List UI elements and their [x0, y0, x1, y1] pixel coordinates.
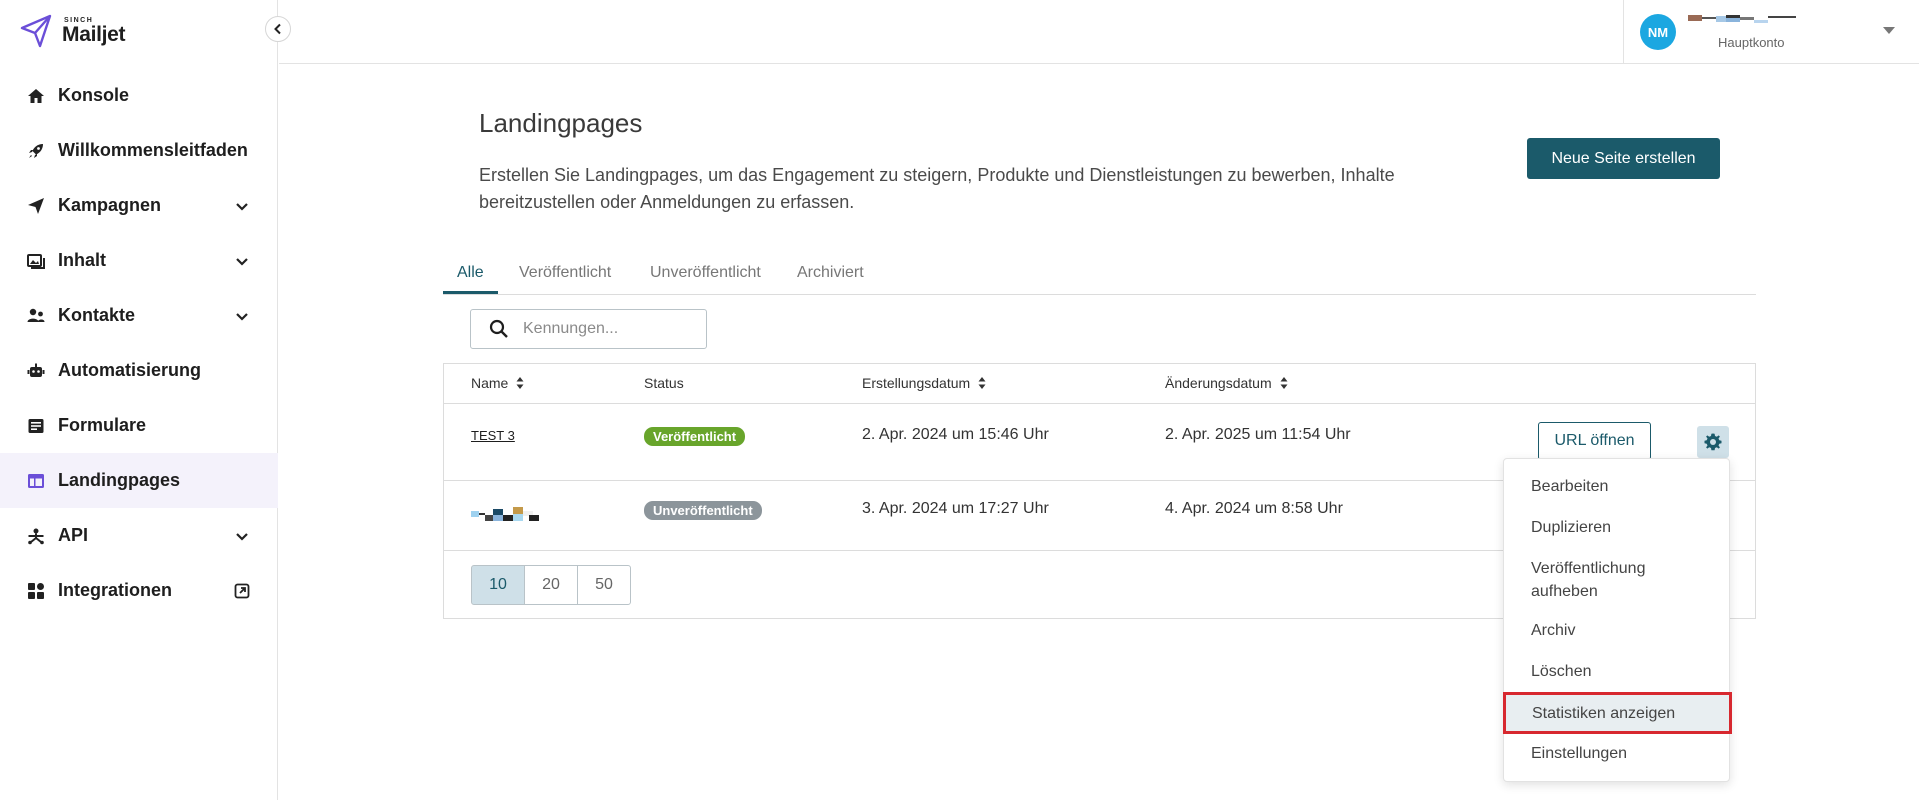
column-header-label: Erstellungsdatum [862, 375, 971, 391]
created-date: 3. Apr. 2024 um 17:27 Uhr [862, 500, 1049, 517]
page-title: Landingpages [479, 108, 643, 138]
menu-item-bearbeiten[interactable]: Bearbeiten [1504, 475, 1729, 498]
sidebar-item-api[interactable]: API [0, 508, 278, 563]
top-bar: NM Hauptkonto [279, 0, 1919, 64]
modified-date: 2. Apr. 2025 um 11:54 Uhr [1165, 426, 1351, 443]
sidebar-item-label: Konsole [58, 85, 130, 105]
image-icon [26, 251, 46, 271]
sidebar-item-formulare[interactable]: Formulare [0, 398, 278, 453]
sidebar-item-integrationen[interactable]: Integrationen [0, 563, 278, 618]
sidebar-item-label: Kampagnen [58, 195, 162, 215]
chevron-left-icon [274, 23, 281, 35]
sidebar-item-inhalt[interactable]: Inhalt [0, 233, 278, 288]
sort-icon [978, 377, 986, 389]
sidebar-item-label: API [58, 525, 89, 545]
sidebar-item-kontakte[interactable]: Kontakte [0, 288, 278, 343]
menu-item-duplizieren[interactable]: Duplizieren [1504, 516, 1729, 539]
send-icon [26, 196, 46, 216]
grid-icon [26, 581, 46, 601]
sidebar-item-automatisierung[interactable]: Automatisierung [0, 343, 278, 398]
column-header-status: Status [644, 375, 684, 391]
created-date: 2. Apr. 2024 um 15:46 Uhr [862, 426, 1049, 443]
sort-icon [516, 377, 524, 389]
account-subtitle: Hauptkonto [1718, 35, 1785, 50]
menu-item-veroeffentlichung-aufheben[interactable]: Veröffentlichung aufheben [1504, 557, 1684, 603]
sidebar-item-label: Willkommensleitfaden [58, 140, 248, 160]
avatar[interactable]: NM [1640, 14, 1676, 50]
status-badge: Veröffentlicht [644, 427, 746, 446]
column-header-label: Name [471, 375, 509, 391]
chevron-down-icon[interactable] [234, 528, 250, 544]
page-size-50[interactable]: 50 [577, 565, 631, 605]
sidebar-item-landingpages[interactable]: Landingpages [0, 453, 278, 508]
sidebar-item-kampagnen[interactable]: Kampagnen [0, 178, 278, 233]
api-icon [26, 526, 46, 546]
paper-plane-logo-icon [20, 14, 52, 48]
new-page-button[interactable]: Neue Seite erstellen [1527, 138, 1720, 179]
column-header-name[interactable]: Name [471, 375, 524, 391]
column-header-label: Änderungsdatum [1165, 375, 1272, 391]
tab-veroeffentlicht[interactable]: Veröffentlicht [519, 264, 611, 293]
chevron-down-icon[interactable] [234, 308, 250, 324]
column-header-label: Status [644, 375, 684, 391]
filter-tabs: Alle Veröffentlicht Unveröffentlicht Arc… [443, 256, 1756, 295]
caret-down-icon[interactable] [1883, 27, 1895, 34]
status-badge: Unveröffentlicht [644, 501, 762, 520]
search-box[interactable] [470, 309, 707, 349]
column-header-created[interactable]: Erstellungsdatum [862, 375, 986, 391]
table-header: Name Status Erstellungsdatum Änderungsda… [444, 364, 1755, 404]
chevron-down-icon[interactable] [234, 198, 250, 214]
robot-icon [26, 361, 46, 381]
page-size-20[interactable]: 20 [524, 565, 578, 605]
sidebar-item-label: Inhalt [58, 250, 106, 270]
page-name-redacted[interactable] [471, 507, 541, 521]
sidebar-item-label: Landingpages [58, 470, 181, 490]
account-name-redacted [1688, 15, 1796, 23]
page-size-selector: 10 20 50 [471, 565, 631, 605]
sidebar-nav: Konsole Willkommensleitfaden Kampagnen I… [0, 68, 278, 618]
sidebar-item-label: Formulare [58, 415, 147, 435]
row-settings-button[interactable] [1697, 426, 1729, 458]
search-input[interactable] [523, 320, 683, 338]
landing-icon [26, 471, 46, 491]
sidebar-collapse-button[interactable] [265, 16, 291, 42]
mailjet-logo[interactable]: SINCH Mailjet [20, 14, 126, 48]
external-link-icon [234, 583, 250, 598]
tab-archiviert[interactable]: Archiviert [797, 264, 864, 293]
gear-icon [1704, 433, 1722, 451]
menu-item-einstellungen[interactable]: Einstellungen [1504, 742, 1729, 765]
tab-unveroeffentlicht[interactable]: Unveröffentlicht [650, 264, 761, 293]
column-header-modified[interactable]: Änderungsdatum [1165, 375, 1288, 391]
tab-alle[interactable]: Alle [443, 264, 498, 294]
sidebar-item-willkommensleitfaden[interactable]: Willkommensleitfaden [0, 123, 278, 178]
menu-item-loeschen[interactable]: Löschen [1504, 660, 1729, 683]
form-icon [26, 416, 46, 436]
chevron-down-icon[interactable] [234, 253, 250, 269]
menu-item-statistiken-anzeigen[interactable]: Statistiken anzeigen [1503, 692, 1732, 734]
sidebar: SINCH Mailjet Konsole Willkommensleitfad… [0, 0, 278, 800]
page-description: Erstellen Sie Landingpages, um das Engag… [479, 165, 1395, 212]
home-icon [26, 86, 46, 106]
page-name-link[interactable]: TEST 3 [471, 428, 515, 443]
sort-icon [1280, 377, 1288, 389]
modified-date: 4. Apr. 2024 um 8:58 Uhr [1165, 500, 1343, 517]
search-icon [489, 319, 508, 338]
account-switcher[interactable]: NM Hauptkonto [1623, 0, 1919, 64]
sidebar-item-label: Kontakte [58, 305, 136, 325]
sidebar-item-label: Integrationen [58, 580, 173, 600]
logo-name: Mailjet [62, 23, 126, 46]
page-size-10[interactable]: 10 [471, 565, 525, 605]
row-actions-menu: Bearbeiten Duplizieren Veröffentlichung … [1503, 458, 1732, 782]
sidebar-item-label: Automatisierung [58, 360, 202, 380]
sidebar-item-konsole[interactable]: Konsole [0, 68, 278, 123]
menu-item-archiv[interactable]: Archiv [1504, 619, 1729, 642]
rocket-icon [26, 141, 46, 161]
contacts-icon [26, 306, 46, 326]
open-url-button[interactable]: URL öffnen [1538, 422, 1651, 460]
